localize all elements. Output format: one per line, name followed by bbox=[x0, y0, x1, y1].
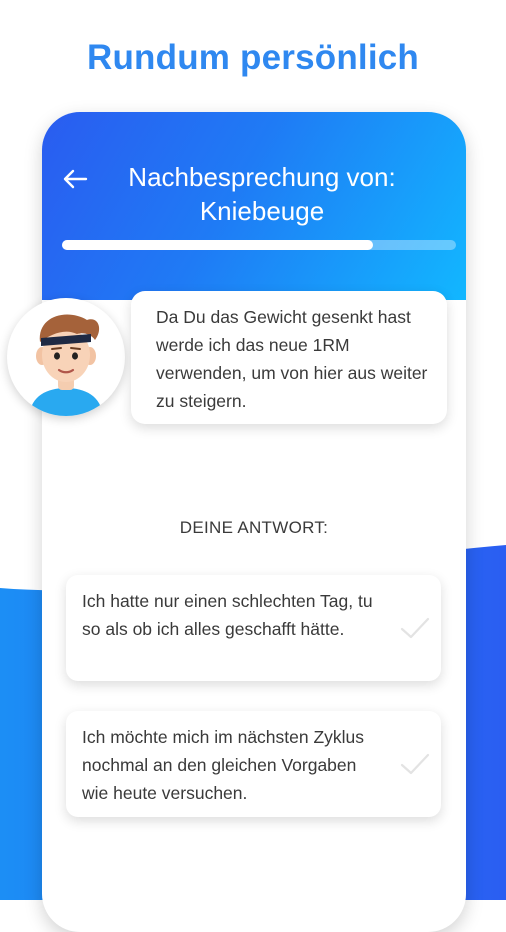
headline: Rundum persönlich bbox=[86, 38, 420, 77]
screen-title: Nachbesprechung von: Kniebeuge bbox=[102, 160, 422, 228]
coach-message-text: Da Du das Gewicht gesenkt hast werde ich… bbox=[156, 307, 428, 411]
coach-message-bubble: Da Du das Gewicht gesenkt hast werde ich… bbox=[131, 291, 447, 424]
answer-option-2-text: Ich möchte mich im nächsten Zyklus nochm… bbox=[82, 727, 365, 803]
screen-title-line1: Nachbesprechung von: bbox=[128, 162, 396, 192]
screen-header: Nachbesprechung von: Kniebeuge bbox=[42, 112, 466, 300]
checkmark-icon bbox=[400, 617, 430, 639]
coach-avatar bbox=[7, 298, 125, 416]
answer-option-1[interactable]: Ich hatte nur einen schlechten Tag, tu s… bbox=[66, 575, 441, 681]
progress-fill bbox=[62, 240, 374, 250]
arrow-left-icon[interactable] bbox=[60, 164, 90, 194]
screen-title-exercise: Kniebeuge bbox=[199, 196, 325, 226]
checkmark-icon bbox=[400, 753, 430, 775]
progress-bar bbox=[62, 240, 456, 250]
answer-option-1-text: Ich hatte nur einen schlechten Tag, tu s… bbox=[82, 591, 373, 639]
answer-option-2[interactable]: Ich möchte mich im nächsten Zyklus nochm… bbox=[66, 711, 441, 817]
answer-heading: DEINE ANTWORT: bbox=[179, 518, 329, 537]
coach-avatar-icon bbox=[29, 314, 103, 416]
